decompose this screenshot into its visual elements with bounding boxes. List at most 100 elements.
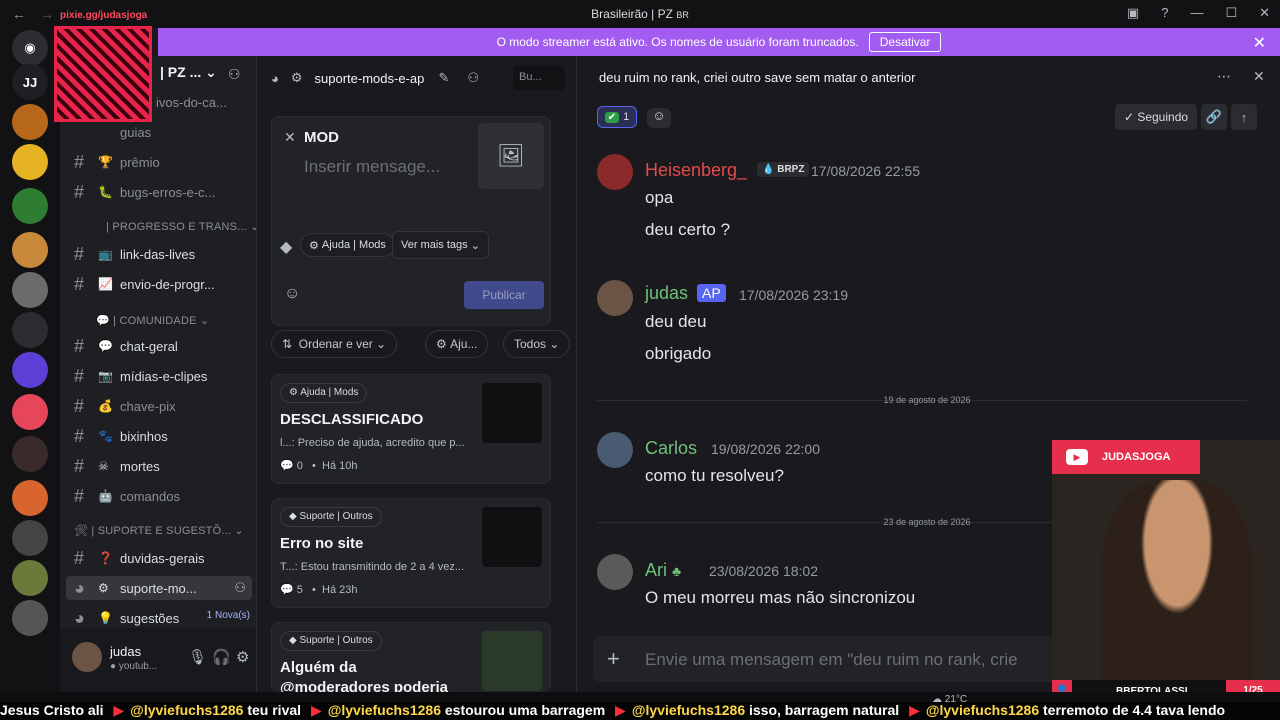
category-progress[interactable]: | PROGRESSO E TRANS... ⌄ (106, 220, 260, 233)
tag-chip[interactable]: ⚙ Ajuda | Mods (300, 233, 395, 257)
add-reaction-icon[interactable]: ☺ (647, 108, 671, 128)
mic-icon[interactable]: 🎙 (188, 648, 207, 666)
user-panel: judas ● youtub... 🎙 🎧 ⚙ (60, 628, 256, 692)
channel-chat-geral[interactable]: # 💬 chat-geral (74, 334, 250, 358)
avatar[interactable] (597, 432, 633, 468)
category-community[interactable]: 💬 | COMUNIDADE ⌄ (96, 314, 209, 327)
channel-envio-de-progresso[interactable]: # 📈 envio-de-progr... (74, 272, 250, 296)
message-author[interactable]: Carlos (645, 438, 697, 459)
server-icon[interactable] (12, 188, 48, 224)
category-support[interactable]: 🛠 | SUPORTE E SUGESTÕ... ⌄ (74, 524, 244, 537)
speech-icon: 💬 (98, 339, 113, 353)
channel-bixinhos[interactable]: # 🐾 bixinhos (74, 424, 250, 448)
channel-suporte-mods[interactable]: ◕ ⚙ suporte-mo... ⚇ (66, 576, 252, 600)
message-input[interactable]: Envie uma mensagem em "deu ruim no rank,… (645, 650, 1018, 670)
server-icon[interactable] (12, 272, 48, 308)
all-filter-button[interactable]: Todos ⌄ (503, 330, 571, 358)
more-tags-button[interactable]: Ver mais tags ⌄ (392, 231, 489, 259)
close-thread-icon[interactable]: ✕ (1253, 68, 1265, 85)
message-author[interactable]: Heisenberg_ (645, 160, 747, 181)
paw-icon: 🐾 (98, 429, 113, 443)
ticker-user: @lyviefuchs1286 (130, 702, 244, 718)
settings-icon[interactable]: ⚙ (236, 648, 249, 666)
mute-icon[interactable]: ✎ (439, 70, 450, 86)
channel-label: ivos-do-ca... (156, 94, 227, 110)
publish-button[interactable]: Publicar (464, 281, 544, 309)
avatar[interactable] (597, 280, 633, 316)
channel-link-das-lives[interactable]: # 📺 link-das-lives (74, 242, 250, 266)
server-icon[interactable] (12, 104, 48, 140)
more-options-icon[interactable]: ⋯ (1217, 68, 1231, 85)
channel-premio[interactable]: # 🏆 prêmio (74, 150, 250, 174)
post-tag: ◆ Suporte | Outros (280, 507, 382, 527)
channel-comandos[interactable]: # 🤖 comandos (74, 484, 250, 508)
add-member-icon[interactable]: ⚇ (228, 66, 241, 83)
sort-button[interactable]: ⇅ Ordenar e ver ⌄ (271, 330, 398, 358)
server-icon[interactable] (12, 144, 48, 180)
minimize-icon[interactable]: — (1190, 5, 1203, 21)
link-icon[interactable]: 🔗 (1201, 104, 1227, 130)
avatar[interactable] (72, 642, 102, 672)
close-banner-icon[interactable]: ✕ (1253, 33, 1266, 53)
post-message-input[interactable]: Inserir mensage... (304, 157, 440, 177)
maximize-icon[interactable]: ☐ (1225, 5, 1237, 21)
server-list: ◉ JJ (0, 28, 60, 692)
server-icon[interactable] (12, 312, 48, 348)
help-icon[interactable]: ? (1161, 5, 1168, 21)
post-card[interactable]: ◆ Suporte | Outros Erro no site T...: Es… (271, 498, 551, 608)
avatar[interactable] (597, 154, 633, 190)
channel-partial[interactable]: ivos-do-ca... (156, 90, 254, 114)
ticker-text: teu rival (247, 702, 302, 718)
hash-icon: # (74, 395, 85, 416)
close-window-icon[interactable]: ✕ (1259, 5, 1270, 21)
reaction-checkmark[interactable]: ✔ 1 (597, 106, 637, 128)
inbox-icon[interactable]: ▣ (1127, 5, 1139, 21)
add-member-icon[interactable]: ⚇ (234, 580, 246, 596)
message-author[interactable]: Ari ♣ (645, 560, 681, 581)
tag-filter-button[interactable]: ⚙ Aju... (425, 330, 489, 358)
scroll-up-icon[interactable]: ↑ (1231, 104, 1257, 130)
server-icon[interactable] (12, 520, 48, 556)
server-icon[interactable] (12, 232, 48, 268)
disable-streamer-button[interactable]: Desativar (868, 32, 942, 52)
post-card[interactable]: ◆ Suporte | Outros Alguém da @moderadore… (271, 622, 551, 692)
forum-header: ◕ ⚙ suporte-mods-e-ap ✎ ⚇ Bu... (257, 56, 577, 100)
channel-midias[interactable]: # 📷 mídias-e-clipes (74, 364, 250, 388)
question-icon: ❓ (98, 551, 113, 565)
server-icon[interactable]: JJ (12, 64, 48, 100)
channel-mortes[interactable]: # ☠ mortes (74, 454, 250, 478)
members-icon[interactable]: ⚇ (467, 70, 479, 86)
server-icon[interactable] (12, 600, 48, 636)
hash-icon: # (74, 365, 85, 386)
leaf-icon: ♣ (672, 563, 682, 579)
channel-chave-pix[interactable]: # 💰 chave-pix (74, 394, 250, 418)
message-text: obrigado (645, 344, 712, 363)
server-icon[interactable] (12, 352, 48, 388)
post-meta: 💬 5 • Há 23h (280, 584, 358, 596)
avatar[interactable] (597, 554, 633, 590)
emoji-icon[interactable]: ☺ (284, 285, 300, 303)
post-card[interactable]: ⚙ Ajuda | Mods DESCLASSIFICADO l...: Pre… (271, 374, 551, 484)
server-icon[interactable] (12, 560, 48, 596)
server-name[interactable]: | PZ ... ⌄ (160, 64, 217, 81)
hash-icon: # (74, 151, 85, 172)
close-icon[interactable]: ✕ (284, 129, 296, 146)
message-author[interactable]: judas (645, 283, 688, 304)
server-icon[interactable] (12, 436, 48, 472)
channel-guias[interactable]: guias (74, 120, 250, 144)
post-title: Erro no site (280, 535, 364, 552)
server-icon[interactable] (12, 480, 48, 516)
post-title-input[interactable]: MOD (304, 129, 339, 146)
channel-bugs[interactable]: # 🐛 bugs-erros-e-c... (74, 180, 250, 204)
search-input[interactable]: Bu... (513, 66, 565, 90)
channel-duvidas-gerais[interactable]: # ❓ duvidas-gerais (74, 546, 250, 570)
server-icon[interactable] (12, 394, 48, 430)
add-image-button[interactable]: 🖼 (478, 123, 544, 189)
post-tag: ⚙ Ajuda | Mods (280, 383, 368, 403)
add-attachment-icon[interactable]: + (607, 646, 620, 672)
server-icon[interactable]: ◉ (12, 30, 48, 66)
hash-icon: # (74, 547, 85, 568)
headphones-icon[interactable]: 🎧 (212, 648, 231, 666)
following-button[interactable]: ✓ Seguindo (1115, 104, 1197, 130)
hash-icon: # (74, 243, 85, 264)
